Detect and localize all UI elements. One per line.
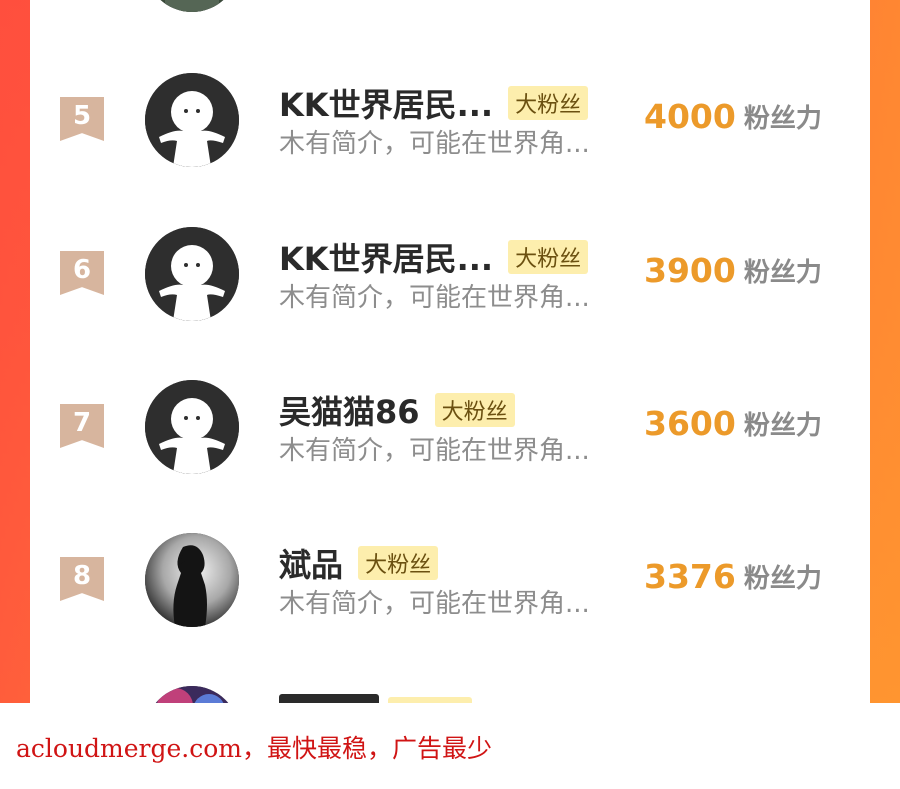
avatar-partial-bottom[interactable] — [145, 686, 239, 703]
footer-site-text[interactable]: acloudmerge.com，最快最稳，广告最少 — [16, 729, 492, 765]
user-name[interactable]: 吴猫猫86 — [279, 387, 420, 433]
fan-ranking-list: 5 KK世界居民... 大粉丝 木有简介，可能在世界角... 4000粉丝力 — [30, 0, 870, 703]
fan-power-value: 4000 — [644, 97, 736, 136]
user-name[interactable]: KK世界居民... — [279, 80, 493, 126]
photo-avatar-icon[interactable] — [145, 533, 239, 627]
ranking-background: 5 KK世界居民... 大粉丝 木有简介，可能在世界角... 4000粉丝力 — [0, 0, 900, 703]
rank-badge: 8 — [60, 557, 104, 601]
fan-power-value: 3900 — [644, 251, 736, 290]
avatar-partial-top[interactable] — [145, 0, 239, 12]
default-avatar-icon[interactable] — [145, 227, 239, 321]
ranking-row[interactable]: 7 吴猫猫86 大粉丝 木有简介，可能在世界角... 3600 粉丝力 — [30, 352, 870, 502]
fan-level-badge: 大粉丝 — [434, 393, 515, 427]
fan-power-score: 3376 粉丝力 — [644, 557, 822, 596]
footer-ad-bar: acloudmerge.com，最快最稳，广告最少 — [0, 703, 900, 789]
fan-power-score: 3900 粉丝力 — [644, 251, 822, 290]
partial-name-placeholder — [279, 694, 379, 703]
fan-power-value: 3376 — [644, 557, 736, 596]
fan-power-unit: 粉丝力 — [743, 258, 822, 288]
user-name[interactable]: 斌品 — [279, 540, 343, 586]
user-intro: 木有简介，可能在世界角... — [279, 129, 590, 159]
user-intro: 木有简介，可能在世界角... — [279, 589, 590, 619]
name-line: 吴猫猫86 大粉丝 — [279, 387, 515, 431]
fan-power-unit: 粉丝力 — [743, 564, 822, 594]
user-intro: 木有简介，可能在世界角... — [279, 283, 590, 313]
fan-power-value: 3600 — [644, 404, 736, 443]
ranking-row[interactable]: 8 斌品 大粉丝 木有简介，可能在世界角... 3376 粉丝力 — [30, 505, 870, 655]
rank-badge: 7 — [60, 404, 104, 448]
fan-power-score: 3600 粉丝力 — [644, 404, 822, 443]
fan-level-badge: 大粉丝 — [358, 546, 439, 580]
fan-power-unit: 粉丝力 — [743, 411, 822, 441]
ranking-row[interactable]: 5 KK世界居民... 大粉丝 木有简介，可能在世界角... 4000 粉丝力 — [30, 45, 870, 195]
rank-badge: 5 — [60, 97, 104, 141]
user-name[interactable]: KK世界居民... — [279, 234, 493, 280]
name-line: 斌品 大粉丝 — [279, 540, 439, 584]
fan-power-score: 4000 粉丝力 — [644, 97, 822, 136]
fan-level-badge: 大粉丝 — [508, 240, 589, 274]
default-avatar-icon[interactable] — [145, 73, 239, 167]
default-avatar-icon[interactable] — [145, 380, 239, 474]
ranking-row[interactable]: 6 KK世界居民... 大粉丝 木有简介，可能在世界角... 3900 粉丝力 — [30, 199, 870, 349]
name-line: KK世界居民... 大粉丝 — [279, 234, 589, 278]
name-line: KK世界居民... 大粉丝 — [279, 80, 589, 124]
rank-badge: 6 — [60, 251, 104, 295]
user-intro: 木有简介，可能在世界角... — [279, 436, 590, 466]
fan-power-unit: 粉丝力 — [743, 104, 822, 134]
fan-level-badge: 大粉丝 — [508, 86, 589, 120]
